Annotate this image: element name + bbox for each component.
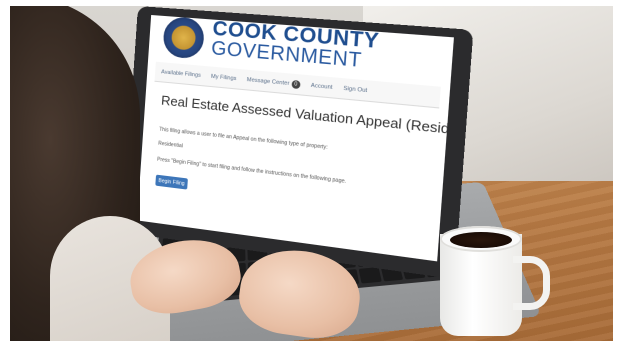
nav-message-center-label: Message Center [246,76,290,87]
nav-available-filings[interactable]: Available Filings [161,69,201,79]
coffee [450,232,512,248]
keyboard-key [358,266,382,284]
nav-my-filings[interactable]: My Filings [211,73,237,81]
message-count-badge: 0 [291,79,301,89]
property-type-text: Residential [157,140,184,150]
laptop-screen: COOK COUNTY GOVERNMENT Available Filings… [137,14,454,262]
nav-message-center[interactable]: Message Center 0 [246,75,301,89]
intro-text: This filing allows a user to file an App… [158,126,328,152]
nav-sign-out[interactable]: Sign Out [343,85,367,94]
laptop-lid: COOK COUNTY GOVERNMENT Available Filings… [122,6,474,280]
nav-account[interactable]: Account [311,82,333,90]
mug-handle [513,256,550,310]
photo-scene: COOK COUNTY GOVERNMENT Available Filings… [10,6,613,341]
begin-filing-button[interactable]: Begin Filing [155,174,188,190]
county-seal-logo [162,16,206,60]
